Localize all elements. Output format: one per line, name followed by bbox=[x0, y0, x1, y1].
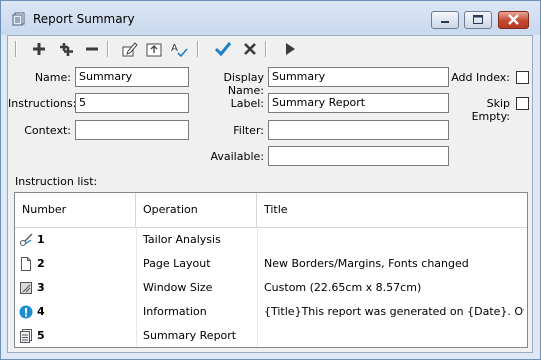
list-item[interactable]: 1 Tailor Analysis bbox=[15, 228, 527, 252]
list-header: Number Operation Title bbox=[15, 193, 527, 228]
dialog-body: A Name: Summary Instructions: 5 Context:… bbox=[7, 35, 533, 353]
instruction-list-label: Instruction list: bbox=[15, 175, 98, 188]
close-button[interactable] bbox=[498, 11, 529, 29]
cancel-x-icon[interactable] bbox=[241, 40, 259, 58]
label-label: Label: bbox=[230, 97, 264, 110]
report-summary-window: Report Summary A Name: Summary Instructi… bbox=[0, 0, 541, 360]
add-multiple-icon[interactable] bbox=[57, 40, 75, 58]
list-item[interactable]: 3 Window Size Custom (22.65cm x 8.57cm) bbox=[15, 276, 527, 300]
row-operation: Page Layout bbox=[143, 257, 211, 270]
skip-empty-label: Skip Empty: bbox=[471, 97, 510, 123]
row-number: 4 bbox=[37, 305, 45, 318]
column-divider bbox=[136, 227, 137, 347]
toolbar: A bbox=[8, 36, 532, 62]
list-item[interactable]: 4 Information {Title}This report was gen… bbox=[15, 300, 527, 324]
filter-label: Filter: bbox=[233, 124, 264, 137]
display-name-field[interactable]: Summary bbox=[268, 67, 449, 87]
filter-field[interactable] bbox=[268, 120, 449, 140]
remove-icon[interactable] bbox=[83, 40, 101, 58]
add-index-checkbox[interactable] bbox=[516, 71, 529, 84]
context-field[interactable] bbox=[75, 120, 189, 140]
available-field[interactable] bbox=[268, 146, 449, 166]
row-number: 5 bbox=[37, 329, 45, 342]
toolbar-separator bbox=[107, 41, 109, 57]
tailor-analysis-icon bbox=[19, 233, 33, 247]
report-icon bbox=[12, 12, 26, 26]
add-icon[interactable] bbox=[30, 40, 48, 58]
row-operation: Information bbox=[143, 305, 207, 318]
column-divider bbox=[257, 227, 258, 347]
report-icon bbox=[19, 329, 33, 343]
list-item[interactable]: 5 Summary Report bbox=[15, 324, 527, 348]
row-number: 2 bbox=[37, 257, 45, 270]
available-label: Available: bbox=[210, 150, 265, 163]
column-header-title[interactable]: Title bbox=[257, 193, 527, 227]
title-bar[interactable]: Report Summary bbox=[1, 1, 540, 35]
row-number: 1 bbox=[37, 233, 45, 246]
svg-text:A: A bbox=[171, 43, 178, 54]
display-name-label: Display Name: bbox=[223, 71, 264, 97]
add-index-label: Add Index: bbox=[451, 71, 510, 84]
info-icon bbox=[19, 305, 33, 319]
skip-empty-checkbox[interactable] bbox=[516, 97, 529, 110]
edit-icon[interactable] bbox=[121, 40, 139, 58]
move-up-icon[interactable] bbox=[145, 40, 163, 58]
window-size-icon bbox=[19, 281, 33, 295]
name-label: Name: bbox=[34, 71, 71, 84]
context-label: Context: bbox=[24, 124, 71, 137]
toolbar-separator bbox=[15, 41, 17, 57]
maximize-button[interactable] bbox=[464, 11, 492, 29]
row-title: {Title}This report was generated on {Dat… bbox=[264, 305, 524, 318]
column-header-operation[interactable]: Operation bbox=[136, 193, 257, 227]
window-title: Report Summary bbox=[33, 12, 135, 26]
row-operation: Tailor Analysis bbox=[143, 233, 221, 246]
instruction-list[interactable]: Number Operation Title 1 Tailor Analysis… bbox=[14, 192, 528, 348]
toolbar-separator bbox=[265, 41, 267, 57]
column-header-number[interactable]: Number bbox=[15, 193, 136, 227]
row-title: Custom (22.65cm x 8.57cm) bbox=[264, 281, 422, 294]
row-title bbox=[264, 228, 522, 252]
instructions-field[interactable]: 5 bbox=[75, 93, 189, 113]
row-operation: Window Size bbox=[143, 281, 213, 294]
list-item[interactable]: 2 Page Layout New Borders/Margins, Fonts… bbox=[15, 252, 527, 276]
label-field[interactable]: Summary Report bbox=[268, 93, 449, 113]
run-play-icon[interactable] bbox=[281, 40, 299, 58]
row-title bbox=[264, 324, 522, 348]
instructions-label: Instructions: bbox=[8, 97, 77, 110]
apply-checkmark-icon[interactable] bbox=[214, 40, 232, 58]
row-number: 3 bbox=[37, 281, 45, 294]
row-operation: Summary Report bbox=[143, 329, 237, 342]
minimize-button[interactable] bbox=[431, 11, 459, 29]
toolbar-separator bbox=[197, 41, 199, 57]
row-title: New Borders/Margins, Fonts changed bbox=[264, 257, 469, 270]
name-field[interactable]: Summary bbox=[75, 67, 189, 87]
page-icon bbox=[19, 257, 33, 271]
spell-check-icon[interactable]: A bbox=[170, 40, 188, 58]
